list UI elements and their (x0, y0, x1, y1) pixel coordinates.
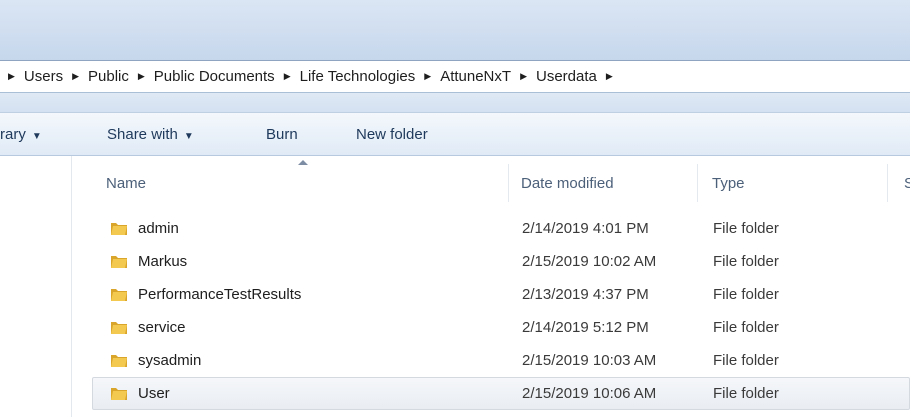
file-name: sysadmin (138, 352, 202, 369)
address-bar[interactable]: ▶ Users ▶ Public ▶ Public Documents ▶ Li… (0, 60, 910, 93)
list-item[interactable]: service 2/14/2019 5:12 PM File folder (92, 311, 910, 344)
file-name: User (138, 385, 170, 402)
column-header-row: Name Date modified Type S (72, 156, 910, 206)
sort-ascending-icon (298, 160, 308, 165)
share-with-button[interactable]: Share with ▼ (107, 126, 194, 143)
chevron-right-icon[interactable]: ▶ (606, 71, 613, 82)
folder-icon (111, 388, 127, 400)
list-item[interactable]: sysadmin 2/15/2019 10:03 AM File folder (92, 344, 910, 377)
column-header-type[interactable]: Type (712, 175, 745, 192)
include-in-library-label: rary (0, 126, 26, 143)
folder-icon (111, 289, 127, 301)
column-header-name[interactable]: Name (106, 175, 146, 192)
burn-button[interactable]: Burn (266, 126, 298, 143)
file-name: Markus (138, 253, 188, 270)
chevron-right-icon[interactable]: ▶ (8, 71, 15, 82)
chevron-right-icon[interactable]: ▶ (72, 71, 79, 82)
breadcrumb-public-documents[interactable]: Public Documents (154, 68, 275, 85)
file-type: File folder (713, 352, 779, 369)
column-header-size[interactable]: S (904, 175, 910, 192)
list-item[interactable]: PerformanceTestResults 2/13/2019 4:37 PM… (92, 278, 910, 311)
list-item[interactable]: admin 2/14/2019 4:01 PM File folder (92, 212, 910, 245)
new-folder-button[interactable]: New folder (356, 126, 428, 143)
folder-icon (111, 355, 127, 367)
file-type: File folder (713, 319, 779, 336)
navigation-pane[interactable] (0, 156, 72, 417)
column-divider[interactable] (697, 164, 698, 202)
include-in-library-button[interactable]: rary ▼ (0, 126, 42, 143)
chevron-right-icon[interactable]: ▶ (424, 71, 431, 82)
file-type: File folder (713, 253, 779, 270)
column-header-date-modified[interactable]: Date modified (521, 175, 614, 192)
file-date-modified: 2/14/2019 5:12 PM (522, 319, 649, 336)
window-title-bar (0, 0, 910, 60)
list-item[interactable]: User 2/15/2019 10:06 AM File folder (92, 377, 910, 410)
column-divider[interactable] (887, 164, 888, 202)
file-date-modified: 2/15/2019 10:03 AM (522, 352, 657, 369)
file-date-modified: 2/15/2019 10:02 AM (522, 253, 657, 270)
breadcrumb-public[interactable]: Public (88, 68, 129, 85)
file-date-modified: 2/14/2019 4:01 PM (522, 220, 649, 237)
file-date-modified: 2/13/2019 4:37 PM (522, 286, 649, 303)
toolbar-separator-band (0, 93, 910, 112)
breadcrumb-attunenxt[interactable]: AttuneNxT (440, 68, 511, 85)
folder-icon (111, 256, 127, 268)
breadcrumb-users[interactable]: Users (24, 68, 63, 85)
folder-icon (111, 223, 127, 235)
breadcrumb-life-technologies[interactable]: Life Technologies (300, 68, 416, 85)
file-type: File folder (713, 385, 779, 402)
file-name: PerformanceTestResults (138, 286, 302, 303)
chevron-right-icon[interactable]: ▶ (138, 71, 145, 82)
chevron-right-icon[interactable]: ▶ (520, 71, 527, 82)
chevron-down-icon: ▼ (183, 131, 194, 142)
breadcrumb-userdata[interactable]: Userdata (536, 68, 597, 85)
column-divider[interactable] (508, 164, 509, 202)
chevron-right-icon[interactable]: ▶ (284, 71, 291, 82)
file-name: service (138, 319, 186, 336)
folder-icon (111, 322, 127, 334)
chevron-down-icon: ▼ (31, 131, 42, 142)
list-item[interactable]: Markus 2/15/2019 10:02 AM File folder (92, 245, 910, 278)
file-date-modified: 2/15/2019 10:06 AM (522, 385, 657, 402)
share-with-label: Share with (107, 126, 178, 143)
file-name: admin (138, 220, 179, 237)
command-bar: rary ▼ Share with ▼ Burn New folder (0, 112, 910, 156)
file-type: File folder (713, 220, 779, 237)
file-type: File folder (713, 286, 779, 303)
file-list: admin 2/14/2019 4:01 PM File folder Mark… (92, 212, 910, 410)
